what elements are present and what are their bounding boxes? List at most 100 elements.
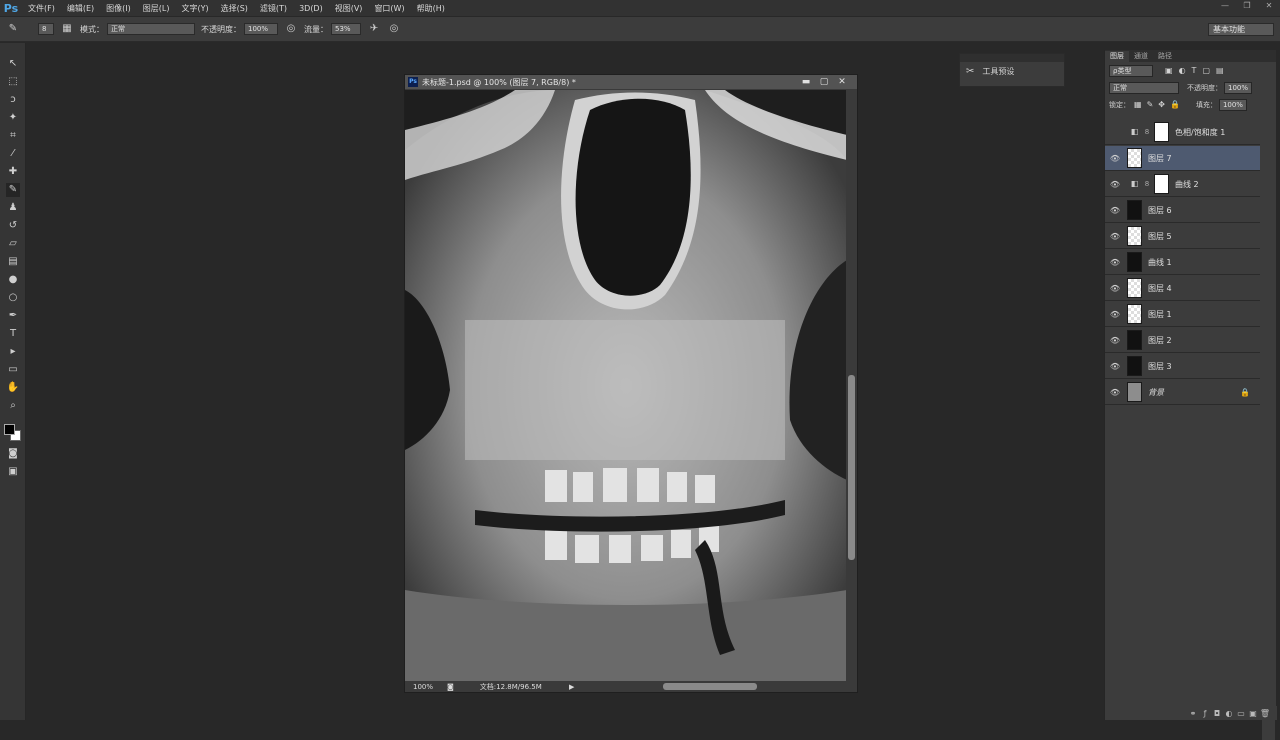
layer-row[interactable]: 👁 图层 2 [1105, 328, 1260, 353]
filter-type-icon[interactable]: T [1192, 66, 1197, 75]
add-mask-icon[interactable]: ◘ [1211, 709, 1223, 718]
screen-mode-icon[interactable]: ▣ [6, 465, 20, 479]
lock-position-icon[interactable]: ✥ [1158, 100, 1165, 109]
tab-paths[interactable]: 路径 [1153, 51, 1177, 62]
crop-tool-icon[interactable]: ⌗ [6, 129, 20, 143]
visibility-eye-icon[interactable]: 👁 [1105, 310, 1125, 319]
minimize-icon[interactable]: — [1214, 0, 1236, 12]
menu-window[interactable]: 窗口(W) [368, 3, 410, 14]
layer-style-icon[interactable]: ƒ [1199, 709, 1211, 718]
layer-name[interactable]: 曲线 1 [1148, 257, 1172, 268]
tool-presets-label[interactable]: 工具预设 [982, 66, 1014, 77]
filter-smart-icon[interactable]: ▤ [1216, 66, 1224, 75]
doc-minimize-icon[interactable]: ▬ [797, 76, 815, 88]
menu-3d[interactable]: 3D(D) [293, 4, 329, 13]
layer-row[interactable]: 👁 图层 1 [1105, 302, 1260, 327]
brush-panel-icon[interactable]: ▦ [60, 22, 74, 36]
visibility-eye-icon[interactable]: 👁 [1105, 154, 1125, 163]
document-titlebar[interactable]: Ps 未标题-1.psd @ 100% (图层 7, RGB/8) * ▬ ▢ … [405, 75, 857, 89]
mask-link-icon[interactable]: 8 [1142, 180, 1152, 188]
layer-row[interactable]: 👁 图层 5 [1105, 224, 1260, 249]
layer-thumbnail[interactable] [1127, 278, 1142, 298]
doc-maximize-icon[interactable]: ▢ [815, 76, 833, 88]
layers-scrollbar[interactable] [1262, 130, 1275, 740]
zoom-tool-icon[interactable]: ⌕ [6, 399, 20, 413]
visibility-eye-icon[interactable]: 👁 [1105, 206, 1125, 215]
adjustment-layer-icon[interactable]: ◧ [1127, 122, 1142, 142]
restore-icon[interactable]: ❐ [1236, 0, 1258, 12]
doc-size-info[interactable]: 文档:12.8M/96.5M [480, 682, 542, 692]
layer-name[interactable]: 曲线 2 [1175, 179, 1199, 190]
layer-row[interactable]: 👁 图层 7 [1105, 146, 1260, 171]
menu-layer[interactable]: 图层(L) [137, 3, 176, 14]
new-group-icon[interactable]: ▭ [1235, 709, 1247, 718]
layer-row[interactable]: 👁 背景 🔒 [1105, 380, 1260, 405]
menu-view[interactable]: 视图(V) [329, 3, 369, 14]
layer-thumbnail[interactable] [1127, 330, 1142, 350]
layer-row[interactable]: 👁 曲线 1 [1105, 250, 1260, 275]
layer-opacity-field[interactable]: 100% [1224, 81, 1252, 94]
filter-adjust-icon[interactable]: ◐ [1179, 66, 1186, 75]
pressure-opacity-icon[interactable]: ◎ [284, 22, 298, 36]
eraser-tool-icon[interactable]: ▱ [6, 237, 20, 251]
clone-stamp-tool-icon[interactable]: ♟ [6, 201, 20, 215]
close-icon[interactable]: ✕ [1258, 0, 1280, 12]
filter-shape-icon[interactable]: ▢ [1202, 66, 1210, 75]
doc-close-icon[interactable]: ✕ [833, 76, 851, 88]
layer-name[interactable]: 图层 1 [1148, 309, 1172, 320]
tool-presets-icon[interactable]: ✂ [966, 66, 974, 77]
pressure-size-icon[interactable]: ◎ [387, 22, 401, 36]
visibility-eye-icon[interactable]: 👁 [1105, 128, 1125, 137]
lock-all-icon[interactable]: 🔒 [1170, 100, 1180, 109]
mode-select[interactable]: 正常 [107, 23, 195, 35]
menu-edit[interactable]: 编辑(E) [61, 3, 100, 14]
menu-file[interactable]: 文件(F) [22, 3, 61, 14]
menu-filter[interactable]: 滤镜(T) [254, 3, 293, 14]
foreground-color-swatch[interactable] [4, 424, 15, 435]
eyedropper-tool-icon[interactable]: ⁄ [6, 147, 20, 161]
flow-field[interactable]: 53% [331, 23, 361, 35]
link-layers-icon[interactable]: ⚭ [1187, 709, 1199, 718]
layer-name[interactable]: 图层 2 [1148, 335, 1172, 346]
adjustment-layer-icon[interactable]: ◧ [1127, 174, 1142, 194]
visibility-eye-icon[interactable]: 👁 [1105, 284, 1125, 293]
history-brush-tool-icon[interactable]: ↺ [6, 219, 20, 233]
menu-help[interactable]: 帮助(H) [411, 3, 451, 14]
layer-thumbnail[interactable] [1127, 382, 1142, 402]
brush-size-picker[interactable]: 8 [38, 23, 54, 35]
menu-type[interactable]: 文字(Y) [175, 3, 214, 14]
visibility-eye-icon[interactable]: 👁 [1105, 388, 1125, 397]
workspace-select[interactable]: 基本功能 [1208, 23, 1274, 36]
tab-channels[interactable]: 通道 [1129, 51, 1153, 62]
layer-mask-thumbnail[interactable] [1154, 174, 1169, 194]
healing-tool-icon[interactable]: ✚ [6, 165, 20, 179]
tool-presets-header[interactable] [960, 54, 1064, 62]
menu-select[interactable]: 选择(S) [215, 3, 254, 14]
horizontal-scroll-thumb[interactable] [663, 683, 757, 690]
quick-mask-icon[interactable]: ◙ [6, 447, 20, 461]
new-adjustment-icon[interactable]: ◐ [1223, 709, 1235, 718]
vertical-scroll-thumb[interactable] [848, 375, 855, 560]
mask-link-icon[interactable]: 8 [1142, 128, 1152, 136]
layer-filter-select[interactable]: ρ类型 [1109, 64, 1153, 77]
visibility-eye-icon[interactable]: 👁 [1105, 180, 1125, 189]
layer-row[interactable]: 👁 图层 6 [1105, 198, 1260, 223]
type-tool-icon[interactable]: T [6, 327, 20, 341]
layer-name[interactable]: 图层 3 [1148, 361, 1172, 372]
layer-row[interactable]: 👁 图层 3 [1105, 354, 1260, 379]
layer-thumbnail[interactable] [1127, 252, 1142, 272]
shape-tool-icon[interactable]: ▭ [6, 363, 20, 377]
blend-mode-select[interactable]: 正常 [1109, 81, 1179, 94]
lock-transparent-icon[interactable]: ▦ [1134, 100, 1142, 109]
blur-tool-icon[interactable]: ● [6, 273, 20, 287]
new-layer-icon[interactable]: ▣ [1247, 709, 1259, 718]
visibility-eye-icon[interactable]: 👁 [1105, 362, 1125, 371]
brush-tool-icon[interactable]: ✎ [6, 22, 20, 36]
delete-layer-icon[interactable]: 🗑 [1259, 709, 1271, 718]
status-arrow-icon[interactable]: ▶ [569, 683, 574, 691]
fill-field[interactable]: 100% [1218, 98, 1247, 111]
menu-image[interactable]: 图像(I) [100, 3, 137, 14]
brush-tool-icon[interactable]: ✎ [6, 183, 20, 197]
opacity-field[interactable]: 100% [244, 23, 278, 35]
pen-tool-icon[interactable]: ✒ [6, 309, 20, 323]
